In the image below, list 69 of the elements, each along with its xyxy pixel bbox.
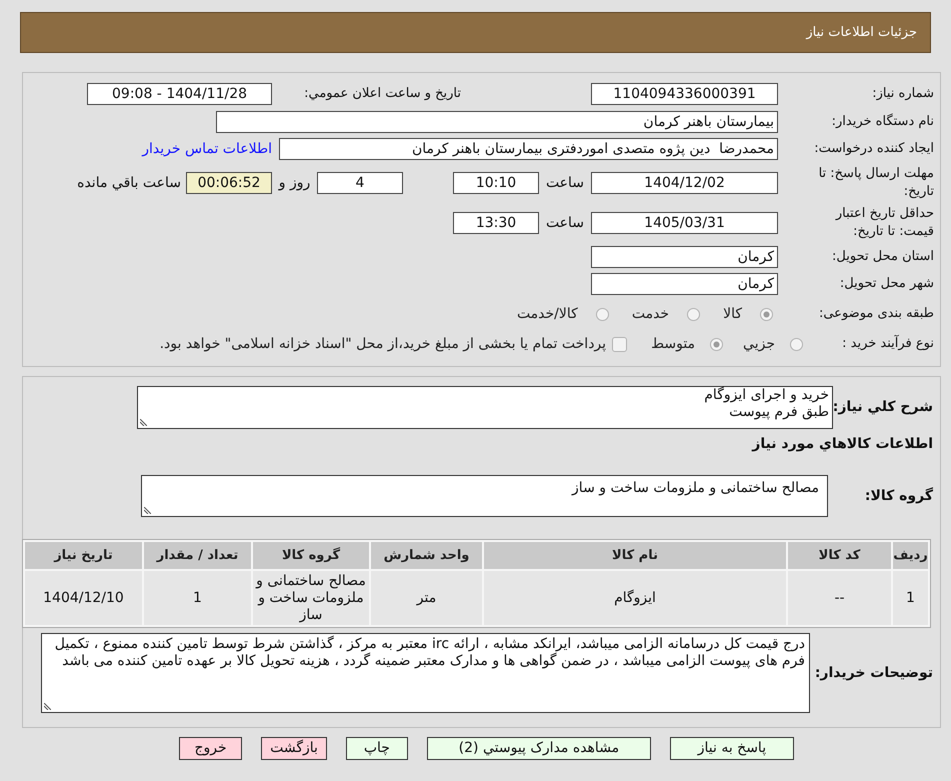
resize-grip-icon[interactable] — [144, 507, 151, 514]
column-header: نام کالا — [484, 542, 786, 569]
radio-label: خدمت — [632, 304, 670, 324]
contact-link[interactable]: اطلاعات تماس خریدار — [142, 138, 272, 160]
radio-label: کالا — [723, 304, 742, 324]
need-number-field[interactable]: 1104094336000391 — [591, 83, 778, 105]
table-cell: متر — [371, 571, 482, 625]
radio-button[interactable] — [687, 308, 700, 320]
column-header: تاریخ نیاز — [25, 542, 142, 569]
table-cell: مصالح ساختمانی و ملزومات ساخت و ساز — [253, 571, 369, 625]
field-label: طبقه بندی موضوعی: — [818, 305, 934, 324]
time-field[interactable]: 13:30 — [453, 212, 539, 234]
radio-label: متوسط — [651, 334, 696, 354]
page-title: جزئیات اطلاعات نیاز — [806, 24, 917, 42]
field-label: مهلت ارسال پاسخ: تا تاریخ: — [818, 165, 934, 201]
radio-button[interactable] — [710, 338, 724, 350]
announcement-date-field[interactable]: 1404/11/28 - 09:08 — [87, 83, 272, 105]
column-header: ردیف — [893, 542, 928, 569]
table-cell: -- — [788, 571, 891, 625]
action-button[interactable]: خروج — [179, 737, 242, 760]
radio-button[interactable] — [790, 338, 803, 350]
requester-field[interactable]: محمدرضا دین پژوه متصدی اموردفتری بیمارستان باهنر کرمان — [279, 138, 778, 160]
description-field[interactable]: خرید و اجرای ایزوگام طبق فرم پیوست — [137, 386, 833, 429]
table-cell: 1 — [144, 571, 251, 625]
date-field[interactable]: 1404/12/02 — [591, 172, 778, 194]
field-label: استان محل تحویل: — [831, 248, 934, 266]
city-field[interactable]: کرمان — [591, 273, 778, 295]
days-field[interactable]: 4 — [317, 172, 403, 194]
time-label: ساعت — [544, 214, 586, 232]
field-label: شرح کلي نیاز: — [833, 398, 933, 417]
goods-group-field[interactable]: مصالح ساختمانی و ملزومات ساخت و ساز — [141, 475, 828, 517]
field-label: نوع فرآیند خرید : — [841, 334, 934, 354]
field-label: توضیحات خریدار: — [814, 664, 933, 682]
radio-label: جزيي — [743, 334, 775, 354]
remaining-time-label: ساعت باقي مانده — [77, 174, 181, 192]
section-title: اطلاعات کالاهاي مورد نیاز — [752, 435, 933, 453]
table-cell: 1 — [893, 571, 928, 625]
field-label: حداقل تاریخ اعتبار قیمت: تا تاریخ: — [834, 205, 934, 241]
buyer-notes-field[interactable]: درج قیمت کل درسامانه الزامی میباشد، ایرانکد مشابه ، ارائه irc معتبر به مرکز ، گذاشتن شرط توسط تامین کننده ممنوع ، تکمیل فرم های پیوست الزامی میباشد ، در ضمن گواهی ها و مدارک معتبر ضمینه گردد ، هزینه تحویل کالا بر عهده تامین کننده می باشد — [41, 633, 810, 713]
checkbox-label: پرداخت تمام یا بخشی از مبلغ خرید،از محل "اسناد خزانه اسلامی" خواهد بود. — [160, 334, 606, 354]
column-header: گروه کالا — [253, 542, 369, 569]
table-cell: 1404/12/10 — [25, 571, 142, 625]
column-header: واحد شمارش — [371, 542, 482, 569]
resize-grip-icon[interactable] — [44, 703, 51, 710]
time-label: ساعت — [544, 174, 586, 192]
action-button[interactable]: بازگشت — [261, 737, 327, 760]
radio-label: کالا/خدمت — [516, 304, 578, 324]
field-label: تاریخ و ساعت اعلان عمومي: — [303, 85, 461, 104]
time-field[interactable]: 10:10 — [453, 172, 539, 194]
days-label: روز و — [277, 174, 312, 192]
column-header: تعداد / مقدار — [144, 542, 251, 569]
column-header: کد کالا — [788, 542, 891, 569]
action-button[interactable]: پاسخ به نیاز — [670, 737, 794, 760]
field-label: شهر محل تحویل: — [838, 275, 934, 293]
checkbox[interactable] — [612, 336, 628, 352]
field-label: ایجاد کننده درخواست: — [813, 140, 934, 158]
buyer-org-field[interactable]: بیمارستان باهنر کرمان — [216, 111, 778, 133]
action-button[interactable]: مشاهده مدارک پیوستي (2) — [426, 737, 651, 760]
field-label: شماره نیاز: — [871, 85, 934, 103]
field-label: گروه کالا: — [864, 486, 933, 506]
field-label: نام دستگاه خریدار: — [830, 113, 934, 131]
remaining-time-field[interactable]: 00:06:52 — [186, 172, 272, 194]
province-field[interactable]: کرمان — [591, 246, 778, 268]
table-cell: ایزوگام — [484, 571, 786, 625]
radio-button[interactable] — [596, 308, 609, 320]
date-field[interactable]: 1405/03/31 — [591, 212, 778, 234]
action-button[interactable]: چاپ — [346, 737, 408, 760]
resize-grip-icon[interactable] — [140, 419, 147, 426]
radio-button[interactable] — [760, 308, 773, 320]
